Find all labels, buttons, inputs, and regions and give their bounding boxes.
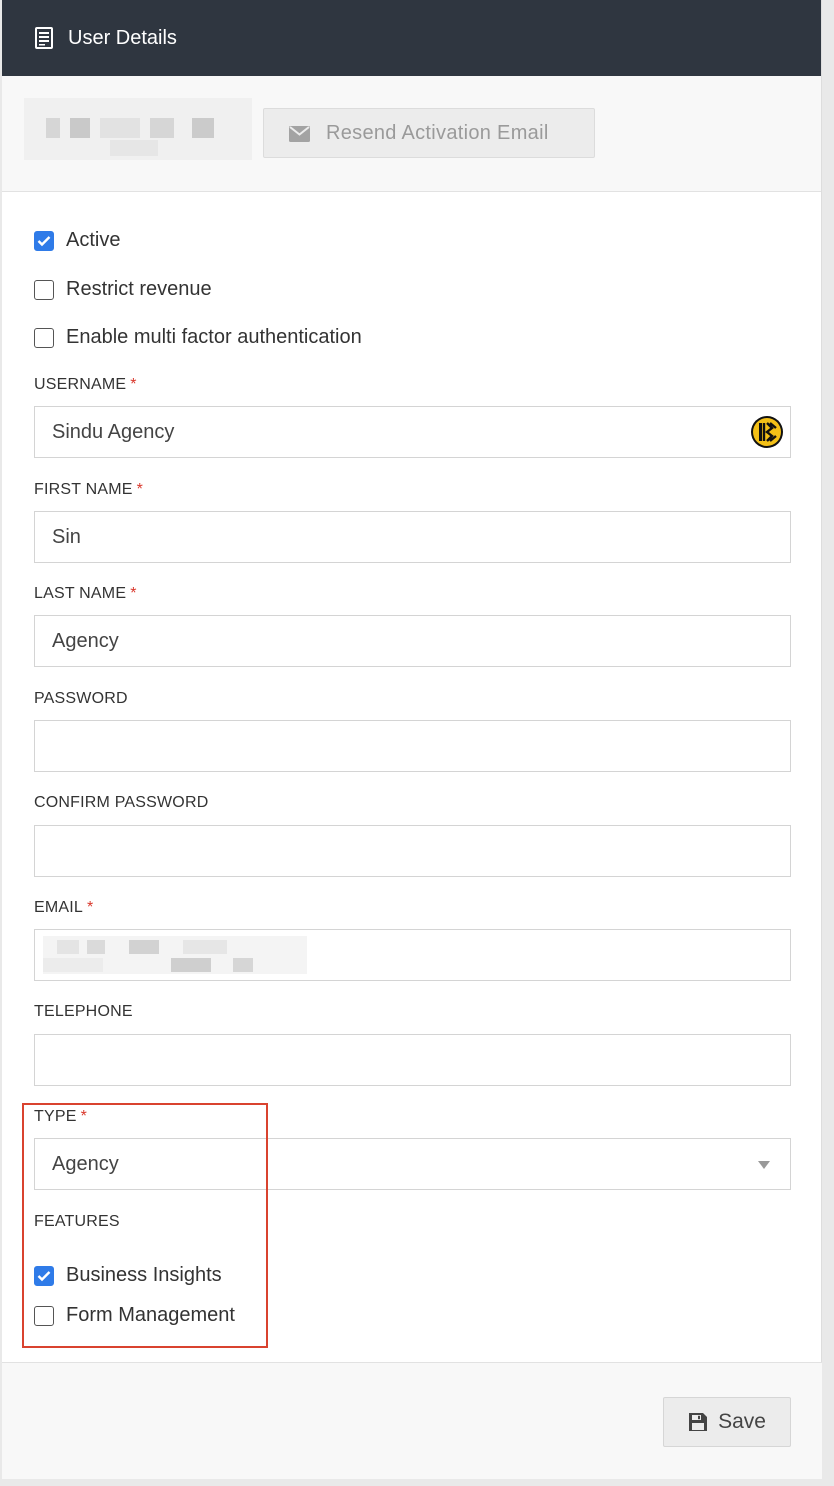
panel-footer: Save xyxy=(2,1362,822,1479)
email-label: EMAIL * xyxy=(34,899,94,916)
redacted-email xyxy=(43,936,307,974)
active-checkbox-row[interactable]: Active xyxy=(34,229,120,252)
last-name-value: Agency xyxy=(52,629,119,652)
password-label: PASSWORD xyxy=(34,690,128,707)
restrict-revenue-label: Restrict revenue xyxy=(66,278,212,300)
chevron-down-icon xyxy=(758,1161,770,1169)
telephone-label: TELEPHONE xyxy=(34,1003,133,1020)
last-name-input[interactable]: Agency xyxy=(34,615,791,667)
document-icon xyxy=(35,27,53,49)
username-label: USERNAME * xyxy=(34,376,137,393)
active-checkbox[interactable] xyxy=(34,230,54,251)
restrict-revenue-row[interactable]: Restrict revenue xyxy=(34,278,212,301)
confirm-password-label: CONFIRM PASSWORD xyxy=(34,794,209,811)
resend-activation-email-button[interactable]: Resend Activation Email xyxy=(263,108,595,158)
page-title: User Details xyxy=(68,26,177,49)
floppy-disk-icon xyxy=(688,1412,708,1432)
panel-header: User Details xyxy=(2,0,821,76)
telephone-input[interactable] xyxy=(34,1034,791,1086)
first-name-value: Sin xyxy=(52,525,81,548)
first-name-input[interactable]: Sin xyxy=(34,511,791,563)
mfa-row[interactable]: Enable multi factor authentication xyxy=(34,326,362,349)
restrict-revenue-checkbox[interactable] xyxy=(34,279,54,300)
active-label: Active xyxy=(66,229,121,251)
save-label: Save xyxy=(718,1410,766,1433)
last-name-label: LAST NAME * xyxy=(34,585,137,602)
envelope-icon xyxy=(289,125,310,142)
email-input[interactable] xyxy=(34,929,791,981)
username-input[interactable]: Sindu Agency xyxy=(34,406,791,458)
resend-label: Resend Activation Email xyxy=(326,121,549,144)
confirm-password-input[interactable] xyxy=(34,825,791,877)
save-button[interactable]: Save xyxy=(663,1397,791,1447)
username-value: Sindu Agency xyxy=(52,420,175,443)
mfa-label: Enable multi factor authentication xyxy=(66,326,362,348)
password-input[interactable] xyxy=(34,720,791,772)
mfa-checkbox[interactable] xyxy=(34,327,54,348)
keeper-password-manager-icon[interactable] xyxy=(750,415,784,449)
highlight-box xyxy=(22,1103,268,1348)
user-details-panel: User Details Resend Activation Email Act… xyxy=(2,0,822,1479)
first-name-label: FIRST NAME * xyxy=(34,481,144,498)
redacted-user-name xyxy=(24,98,252,160)
